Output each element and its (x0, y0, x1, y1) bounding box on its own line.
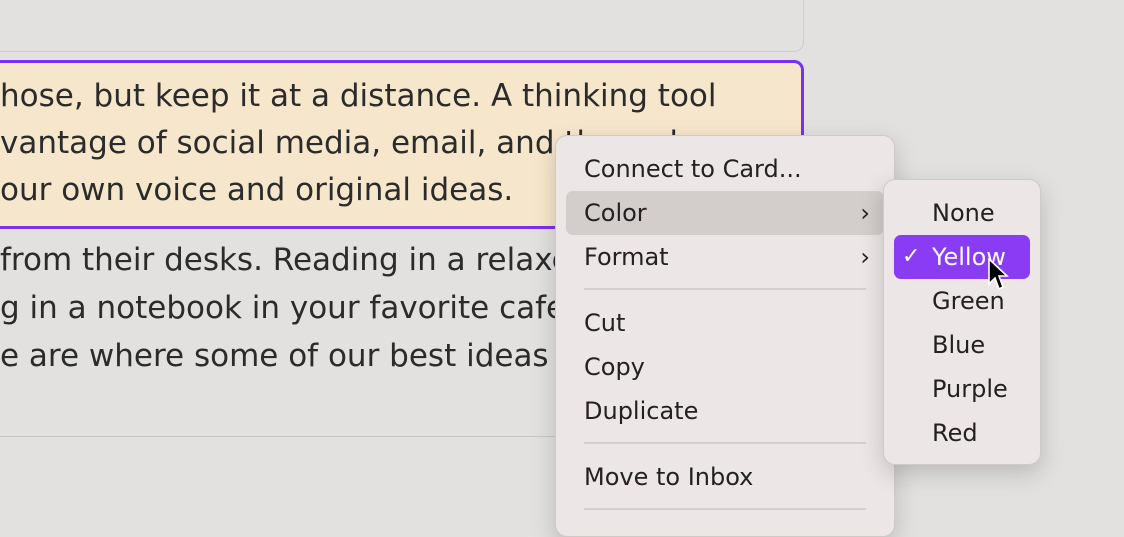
color-option-label: None (932, 199, 995, 227)
card-divider (0, 436, 560, 437)
chevron-right-icon: › (860, 243, 870, 271)
menu-item-label: Format (584, 243, 669, 271)
menu-item-label: Duplicate (584, 397, 699, 425)
selected-card-line-1: hose, but keep it at a distance. A think… (0, 78, 717, 114)
color-option-label: Red (932, 419, 978, 447)
color-option-label: Blue (932, 331, 986, 359)
card-line-3: e are where some of our best ideas ar (0, 338, 591, 374)
menu-separator (584, 442, 866, 444)
menu-separator (584, 508, 866, 510)
menu-item-format[interactable]: Format › (566, 235, 884, 279)
mouse-pointer-icon (988, 258, 1009, 291)
menu-item-label: Cut (584, 309, 626, 337)
checkmark-icon: ✓ (902, 244, 921, 269)
color-option-blue[interactable]: Blue (894, 323, 1030, 367)
color-option-red[interactable]: Red (894, 411, 1030, 455)
selected-card-line-3: our own voice and original ideas. (0, 172, 514, 208)
card-line-2: g in a notebook in your favorite cafe, (0, 290, 575, 326)
color-submenu: None ✓ Yellow Green Blue Purple Red (883, 179, 1041, 465)
menu-item-cut[interactable]: Cut (566, 301, 884, 345)
color-option-purple[interactable]: Purple (894, 367, 1030, 411)
color-option-green[interactable]: Green (894, 279, 1030, 323)
menu-item-label: Connect to Card... (584, 155, 802, 183)
previous-card[interactable] (0, 0, 804, 52)
menu-item-duplicate[interactable]: Duplicate (566, 389, 884, 433)
menu-item-label: Move to Inbox (584, 463, 754, 491)
context-menu: Connect to Card... Color › Format › Cut … (555, 135, 895, 537)
menu-item-label: Copy (584, 353, 645, 381)
color-option-none[interactable]: None (894, 191, 1030, 235)
menu-item-color[interactable]: Color › (566, 191, 884, 235)
menu-item-copy[interactable]: Copy (566, 345, 884, 389)
chevron-right-icon: › (860, 199, 870, 227)
card-line-1: from their desks. Reading in a relaxed (0, 242, 591, 278)
menu-item-connect-to-card[interactable]: Connect to Card... (566, 147, 884, 191)
menu-item-move-to-inbox[interactable]: Move to Inbox (566, 455, 884, 499)
color-option-yellow[interactable]: ✓ Yellow (894, 235, 1030, 279)
menu-separator (584, 288, 866, 290)
color-option-label: Purple (932, 375, 1008, 403)
menu-item-label: Color (584, 199, 647, 227)
